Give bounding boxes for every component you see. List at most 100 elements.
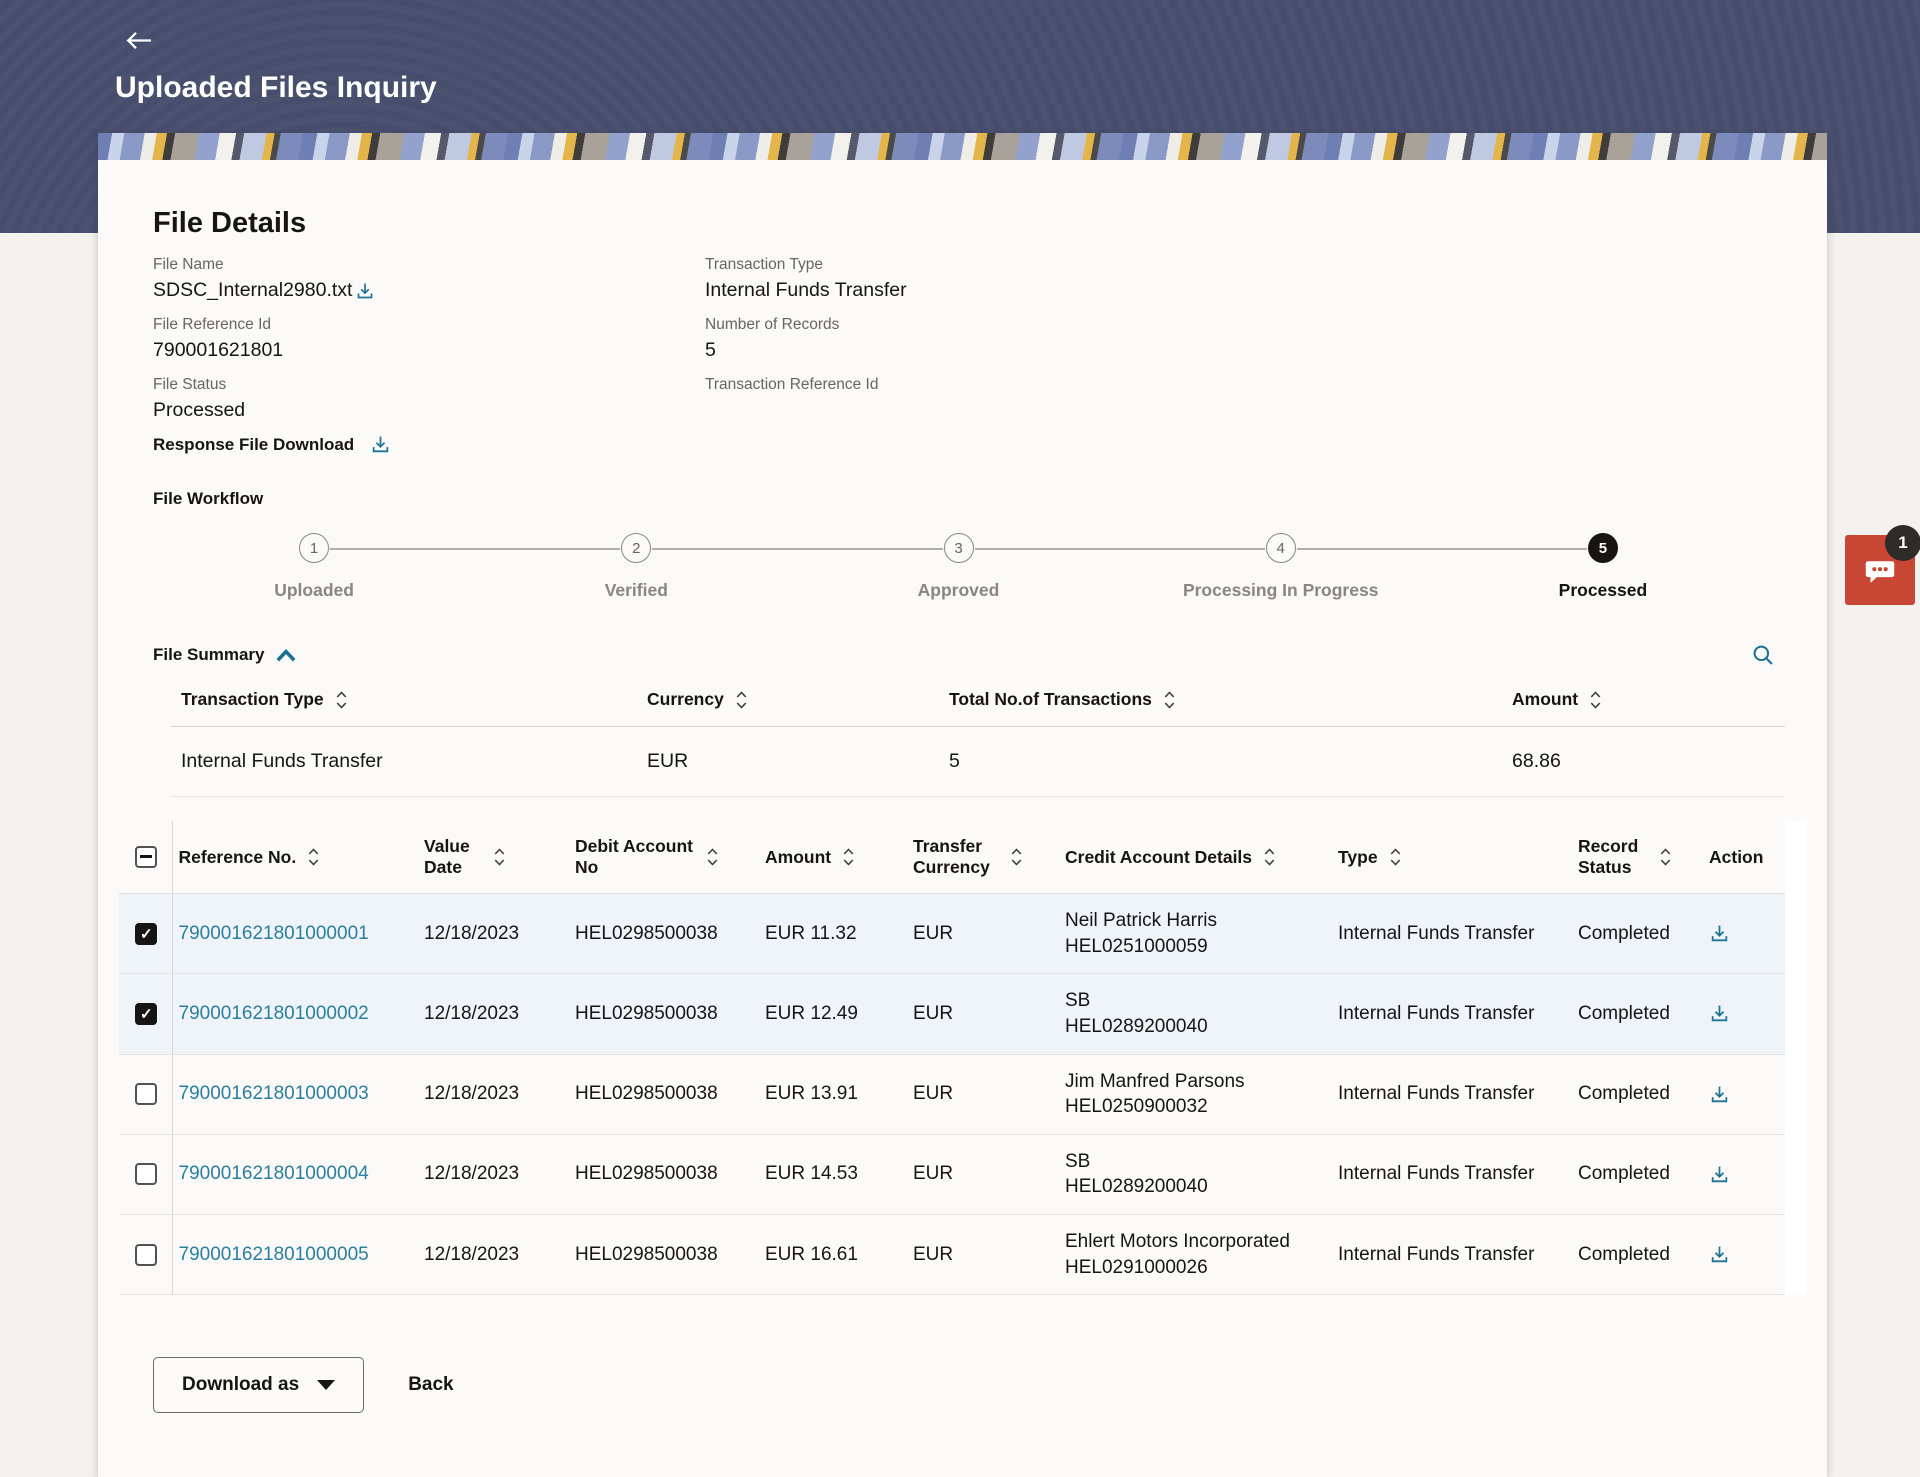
step-label: Processing In Progress [1183, 580, 1379, 601]
sort-icon[interactable] [336, 691, 347, 709]
step-label: Approved [918, 580, 1000, 601]
download-icon [1709, 1084, 1730, 1105]
file-detail-field: Transaction Reference Id [705, 376, 1785, 422]
step-number: 1 [299, 533, 329, 563]
select-all-column-header [119, 821, 172, 894]
sort-icon[interactable] [308, 848, 319, 866]
sort-icon[interactable] [1660, 848, 1671, 866]
field-label: File Reference Id [153, 316, 705, 334]
sort-icon[interactable] [707, 848, 718, 866]
sort-icon[interactable] [843, 848, 854, 866]
download-record-button[interactable] [1709, 1003, 1730, 1024]
table-scrollbar[interactable] [1785, 821, 1807, 1295]
field-value: 790001621801 [153, 339, 283, 362]
credit-account-details-cell: Ehlert Motors Incorporated HEL0291000026 [1059, 1215, 1332, 1295]
amount-cell: EUR 11.32 [759, 894, 907, 974]
col-action: Action [1703, 821, 1785, 894]
step-label: Uploaded [274, 580, 354, 601]
amount-cell: EUR 13.91 [759, 1054, 907, 1134]
amount-cell: EUR 14.53 [759, 1134, 907, 1214]
type-cell: Internal Funds Transfer [1332, 1215, 1572, 1295]
type-cell: Internal Funds Transfer [1332, 1134, 1572, 1214]
search-button[interactable] [1751, 643, 1775, 667]
table-row: 790001621801000003 12/18/2023 HEL0298500… [119, 1054, 1785, 1134]
summary-col-transaction-type: Transaction Type [171, 683, 637, 727]
credit-name: Jim Manfred Parsons [1065, 1069, 1328, 1095]
credit-account-no: HEL0291000026 [1065, 1255, 1328, 1281]
record-status-cell: Completed [1572, 894, 1703, 974]
field-value: Processed [153, 399, 245, 422]
col-record-status: Record Status [1572, 821, 1703, 894]
summary-transaction-type: Internal Funds Transfer [171, 727, 637, 797]
file-details-fields: File Name SDSC_Internal2980.txt Transact… [153, 256, 1785, 422]
step-label: Verified [605, 580, 668, 601]
step-number: 2 [621, 533, 651, 563]
credit-account-no: HEL0289200040 [1065, 1014, 1328, 1040]
record-status-cell: Completed [1572, 1215, 1703, 1295]
download-record-button[interactable] [1709, 1164, 1730, 1185]
row-checkbox[interactable] [135, 1083, 157, 1105]
credit-account-no: HEL0289200040 [1065, 1174, 1328, 1200]
debit-account-cell: HEL0298500038 [569, 1215, 759, 1295]
chat-widget-button[interactable]: 1 [1845, 535, 1915, 605]
debit-account-cell: HEL0298500038 [569, 974, 759, 1054]
amount-cell: EUR 16.61 [759, 1215, 907, 1295]
value-date-cell: 12/18/2023 [418, 1054, 569, 1134]
reference-no-link[interactable]: 790001621801000001 [179, 923, 369, 944]
row-checkbox[interactable] [135, 1163, 157, 1185]
sort-icon[interactable] [736, 691, 747, 709]
workflow-step: 2 Verified [475, 533, 797, 601]
file-detail-field: Transaction Type Internal Funds Transfer [705, 256, 1785, 302]
field-label: File Name [153, 256, 705, 274]
download-record-button[interactable] [1709, 1244, 1730, 1265]
credit-name: Ehlert Motors Incorporated [1065, 1229, 1328, 1255]
col-credit-account-details: Credit Account Details [1059, 821, 1332, 894]
sort-icon[interactable] [1164, 691, 1175, 709]
table-row: 790001621801000001 12/18/2023 HEL0298500… [119, 894, 1785, 974]
file-detail-field: File Name SDSC_Internal2980.txt [153, 256, 705, 302]
reference-no-link[interactable]: 790001621801000004 [179, 1163, 369, 1184]
summary-amount: 68.86 [1502, 727, 1785, 797]
field-label: Transaction Reference Id [705, 376, 1785, 394]
response-file-download-icon[interactable] [370, 434, 391, 455]
table-row: 790001621801000005 12/18/2023 HEL0298500… [119, 1215, 1785, 1295]
download-record-button[interactable] [1709, 923, 1730, 944]
reference-no-link[interactable]: 790001621801000005 [179, 1244, 369, 1265]
notification-badge: 1 [1885, 525, 1920, 561]
back-button[interactable]: Back [408, 1374, 453, 1396]
workflow-step: 4 Processing In Progress [1120, 533, 1442, 601]
step-number: 4 [1266, 533, 1296, 563]
file-detail-field: Number of Records 5 [705, 316, 1785, 362]
sort-icon[interactable] [1590, 691, 1601, 709]
download-as-button[interactable]: Download as [153, 1357, 364, 1413]
download-record-button[interactable] [1709, 1084, 1730, 1105]
record-status-cell: Completed [1572, 1134, 1703, 1214]
row-checkbox[interactable] [135, 923, 157, 945]
file-details-heading: File Details [153, 207, 1785, 240]
reference-no-link[interactable]: 790001621801000002 [179, 1003, 369, 1024]
col-type: Type [1332, 821, 1572, 894]
back-arrow-icon [126, 31, 153, 50]
debit-account-cell: HEL0298500038 [569, 894, 759, 974]
file-detail-field: File Reference Id 790001621801 [153, 316, 705, 362]
sort-icon[interactable] [1390, 848, 1401, 866]
row-checkbox[interactable] [135, 1244, 157, 1266]
table-row: 790001621801000002 12/18/2023 HEL0298500… [119, 974, 1785, 1054]
sort-icon[interactable] [1011, 848, 1022, 866]
row-checkbox[interactable] [135, 1003, 157, 1025]
col-debit-account-no: Debit Account No [569, 821, 759, 894]
back-arrow-button[interactable] [126, 26, 160, 54]
download-icon[interactable] [355, 281, 375, 301]
records-table: Reference No. Value Date Debit Account N… [119, 821, 1785, 1295]
select-all-checkbox[interactable] [135, 846, 157, 868]
sort-icon[interactable] [494, 848, 505, 866]
amount-cell: EUR 12.49 [759, 974, 907, 1054]
collapse-summary-button[interactable] [275, 648, 297, 663]
reference-no-link[interactable]: 790001621801000003 [179, 1083, 369, 1104]
response-file-download-label: Response File Download [153, 435, 354, 455]
sort-icon[interactable] [1264, 848, 1275, 866]
workflow-step: 5 Processed [1442, 533, 1764, 601]
file-summary-table: Transaction Type Currency Total No.of Tr… [171, 683, 1785, 797]
decorative-banner [98, 133, 1827, 160]
page-title: Uploaded Files Inquiry [115, 71, 437, 105]
